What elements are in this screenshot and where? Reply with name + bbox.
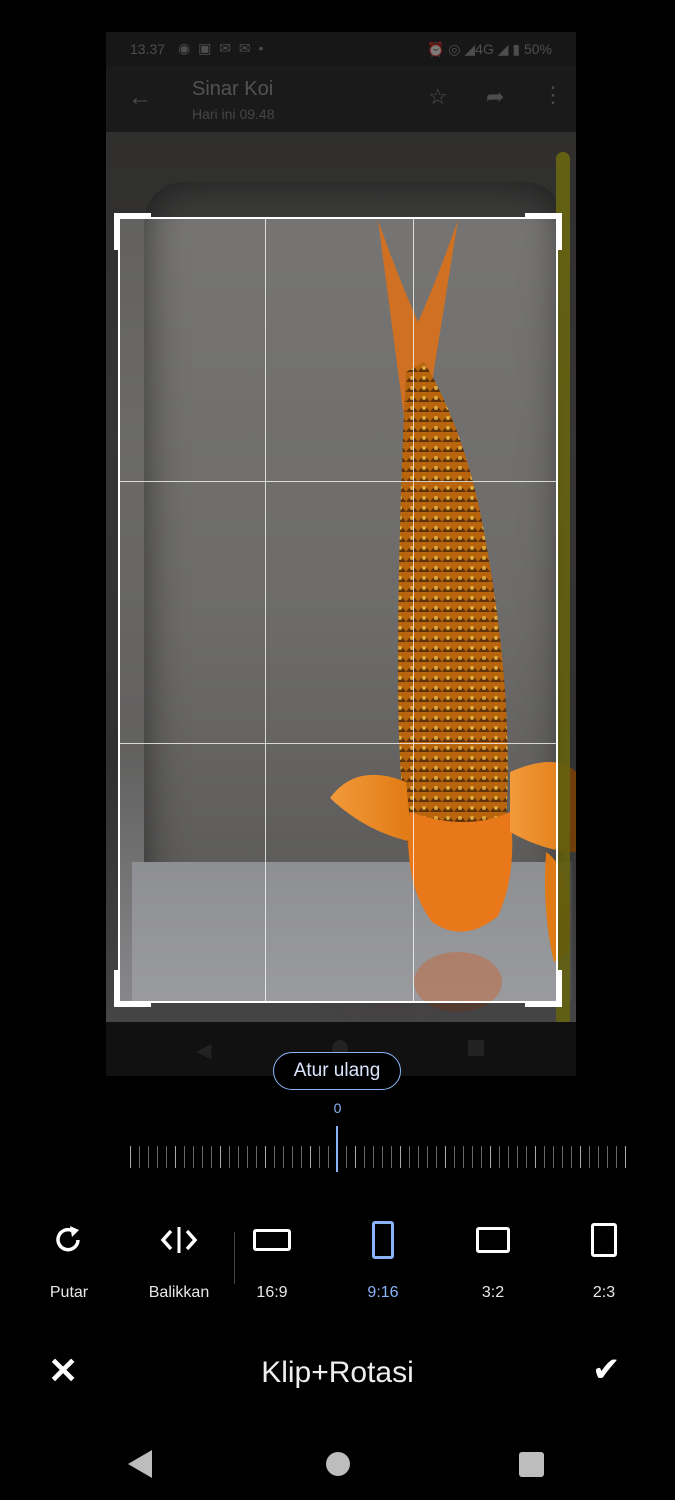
rotation-angle-value: 0 (333, 1100, 342, 1116)
dial-tick (580, 1146, 581, 1168)
dial-tick (256, 1146, 257, 1168)
dial-tick (535, 1146, 536, 1168)
ratio-9-16-label: 9:16 (367, 1284, 399, 1301)
grid-line-v1 (265, 219, 266, 1001)
rotation-dial-indicator (336, 1126, 338, 1172)
dial-tick (175, 1146, 176, 1168)
dial-tick (283, 1146, 284, 1168)
crop-dim-right (558, 217, 576, 1003)
ratio-3-2-option[interactable]: 3:2 (438, 1218, 548, 1302)
dial-tick (319, 1146, 320, 1168)
dial-tick (373, 1146, 374, 1168)
ratio-16-9-icon (253, 1229, 291, 1251)
dial-tick (346, 1146, 347, 1168)
system-back-icon[interactable] (128, 1450, 152, 1478)
rotate-icon (14, 1218, 124, 1262)
ratio-16-9-option[interactable]: 16:9 (217, 1218, 327, 1302)
dial-tick (445, 1146, 446, 1168)
dial-tick (490, 1146, 491, 1168)
dial-tick (274, 1146, 275, 1168)
crop-dim-left (106, 217, 118, 1003)
crop-handle-top-left[interactable] (114, 213, 151, 250)
dial-tick (400, 1146, 401, 1168)
dial-tick (544, 1146, 545, 1168)
crop-frame[interactable] (114, 213, 562, 1007)
dial-tick (616, 1146, 617, 1168)
dial-tick (328, 1146, 329, 1168)
dial-tick (598, 1146, 599, 1168)
dial-tick (292, 1146, 293, 1168)
editor-title: Klip+Rotasi (261, 1356, 414, 1389)
dial-tick (553, 1146, 554, 1168)
ratio-3-2-label: 3:2 (481, 1284, 505, 1301)
dial-tick (130, 1146, 131, 1168)
rotation-dial[interactable] (130, 1140, 630, 1172)
checkmark-icon[interactable]: ✔ (592, 1350, 621, 1390)
system-recents-icon[interactable] (519, 1452, 544, 1477)
dial-tick (355, 1146, 356, 1168)
reset-button[interactable]: Atur ulang (273, 1052, 401, 1090)
dial-tick (508, 1146, 509, 1168)
dial-tick (229, 1146, 230, 1168)
rotate-tool[interactable]: Putar (14, 1218, 124, 1302)
dial-tick (184, 1146, 185, 1168)
dial-tick (382, 1146, 383, 1168)
ratio-2-3-icon (591, 1223, 617, 1257)
dial-tick (202, 1146, 203, 1168)
dial-tick (301, 1146, 302, 1168)
dial-tick (463, 1146, 464, 1168)
ratio-2-3-option[interactable]: 2:3 (549, 1218, 659, 1302)
dial-tick (625, 1146, 626, 1168)
system-home-icon[interactable] (326, 1452, 350, 1476)
dial-tick (211, 1146, 212, 1168)
dial-tick (238, 1146, 239, 1168)
grid-line-v2 (413, 219, 414, 1001)
ratio-2-3-label: 2:3 (592, 1284, 616, 1301)
dial-tick (436, 1146, 437, 1168)
dial-tick (454, 1146, 455, 1168)
dial-tick (148, 1146, 149, 1168)
dial-tick (157, 1146, 158, 1168)
dial-tick (364, 1146, 365, 1168)
crop-dim-top (106, 32, 576, 217)
crop-handle-bottom-right[interactable] (525, 970, 562, 1007)
ratio-16-9-label: 16:9 (256, 1284, 288, 1301)
dial-tick (166, 1146, 167, 1168)
dial-tick (247, 1146, 248, 1168)
dial-tick (409, 1146, 410, 1168)
dial-tick (499, 1146, 500, 1168)
dial-tick (526, 1146, 527, 1168)
dial-tick (418, 1146, 419, 1168)
dial-tick (571, 1146, 572, 1168)
dial-tick (607, 1146, 608, 1168)
dial-tick (562, 1146, 563, 1168)
crop-handle-bottom-left[interactable] (114, 970, 151, 1007)
dial-tick (139, 1146, 140, 1168)
grid-line-h1 (120, 481, 556, 482)
dial-tick (472, 1146, 473, 1168)
dial-tick (481, 1146, 482, 1168)
dial-tick (589, 1146, 590, 1168)
dial-tick (517, 1146, 518, 1168)
rotate-label: Putar (49, 1284, 89, 1301)
dial-tick (427, 1146, 428, 1168)
ratio-9-16-icon (372, 1221, 394, 1259)
ratio-3-2-icon (476, 1227, 510, 1253)
dial-tick (193, 1146, 194, 1168)
ratio-9-16-option[interactable]: 9:16 (328, 1218, 438, 1302)
dial-tick (310, 1146, 311, 1168)
grid-line-h2 (120, 743, 556, 744)
dial-tick (220, 1146, 221, 1168)
crop-handle-top-right[interactable] (525, 213, 562, 250)
dial-tick (391, 1146, 392, 1168)
dial-tick (265, 1146, 266, 1168)
